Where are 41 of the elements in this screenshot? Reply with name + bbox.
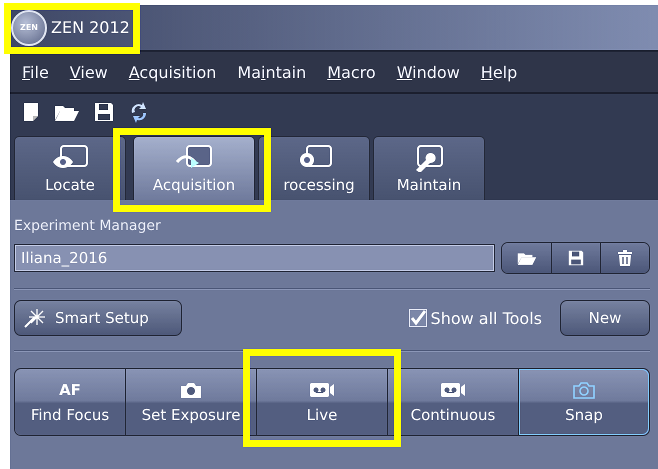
app-logo-icon: ZEN	[11, 10, 47, 46]
action-button[interactable]: Continuous	[388, 369, 518, 435]
tab[interactable]: Locate	[14, 136, 126, 200]
save-icon	[568, 250, 584, 266]
video-camera-icon	[440, 382, 466, 398]
menu-item[interactable]: Macro	[327, 62, 376, 82]
menu-item[interactable]: Help	[480, 62, 518, 82]
menu-item[interactable]: Maintain	[237, 62, 306, 82]
show-all-tools-checkbox[interactable]	[408, 309, 427, 327]
action-button[interactable]: Live	[257, 369, 387, 435]
action-label: Find Focus	[30, 406, 110, 424]
action-button[interactable]: Set Exposure	[126, 369, 256, 435]
action-label: Set Exposure	[142, 406, 240, 424]
section-label: Experiment Manager	[14, 218, 161, 236]
magic-wand-icon	[23, 307, 45, 329]
camera-icon	[180, 381, 202, 399]
new-document-icon[interactable]	[22, 102, 40, 122]
action-label: Continuous	[410, 406, 496, 424]
tab[interactable]: rocessing	[258, 136, 370, 200]
trash-icon	[618, 250, 632, 266]
open-folder-button[interactable]	[502, 243, 551, 273]
trash-button[interactable]	[600, 243, 649, 273]
smart-setup-button[interactable]: Smart Setup	[14, 300, 182, 336]
save-icon[interactable]	[94, 102, 114, 122]
action-button[interactable]: Snap	[519, 369, 649, 435]
find-focus-button[interactable]: AF Find Focus	[15, 369, 125, 435]
menu-item[interactable]: Acquisition	[128, 62, 216, 82]
window-title: ZEN 2012	[51, 18, 130, 37]
checkbox-label: Show all Tools	[430, 308, 542, 328]
action-label: Snap	[565, 406, 603, 424]
tab[interactable]: Acquisition	[133, 136, 255, 200]
af-label: AF	[59, 381, 81, 399]
menu-item[interactable]: Window	[396, 62, 460, 82]
camera-icon	[573, 381, 595, 399]
menu-item[interactable]: View	[70, 62, 108, 82]
menu-item[interactable]: File	[22, 62, 49, 82]
save-button[interactable]	[551, 243, 600, 273]
new-button[interactable]: New	[560, 300, 650, 336]
video-camera-icon	[309, 382, 335, 398]
action-label: Live	[306, 406, 338, 424]
tab[interactable]: Maintain	[373, 136, 485, 200]
